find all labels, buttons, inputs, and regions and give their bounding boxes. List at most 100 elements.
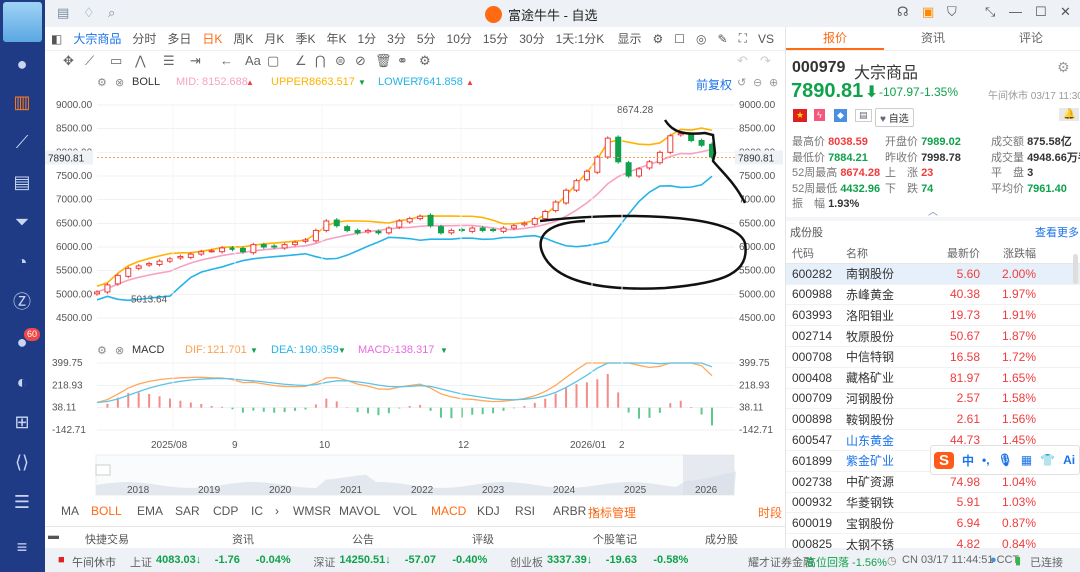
tab-comments[interactable]: 评论 bbox=[982, 27, 1080, 50]
rect-tool-icon[interactable]: ▭ bbox=[110, 53, 122, 69]
tab-news[interactable]: 资讯 bbox=[884, 27, 982, 50]
quote-settings-icon[interactable]: ⚙ bbox=[1057, 59, 1070, 76]
boll-settings-icon[interactable]: ⚙ bbox=[97, 76, 107, 89]
column-header[interactable]: 最新价 bbox=[935, 245, 980, 261]
tag-icon[interactable]: ◆ bbox=[834, 109, 847, 122]
index-name[interactable]: 创业板 bbox=[510, 554, 543, 570]
ime-ai-button[interactable]: Ai bbox=[1063, 453, 1075, 467]
fib-tool-icon[interactable]: ☰ bbox=[163, 53, 175, 69]
column-header[interactable]: 涨跌幅 bbox=[980, 245, 1042, 261]
keyboard-icon[interactable]: ▦ bbox=[1021, 453, 1032, 467]
alert-bell-icon[interactable]: 🔔 bbox=[1059, 108, 1080, 121]
hide-drawings-icon[interactable]: ⊜ bbox=[335, 53, 346, 69]
ime-punct-toggle[interactable]: •, bbox=[982, 453, 990, 467]
view-more-link[interactable]: 查看更多 bbox=[1035, 224, 1079, 240]
boll-close-icon[interactable]: ⊗ bbox=[115, 76, 124, 89]
tab-yearly-k[interactable]: 年K bbox=[326, 30, 346, 47]
table-row[interactable]: 000932 华菱钢铁 5.91 1.03% bbox=[786, 493, 1080, 514]
maximize-icon[interactable]: ☐ bbox=[1035, 4, 1047, 20]
index-name[interactable]: 深证 bbox=[313, 554, 335, 570]
arrow-tool-icon[interactable]: ← bbox=[220, 53, 233, 68]
angle-tool-icon[interactable]: ∠ bbox=[295, 53, 307, 69]
tab-3min[interactable]: 3分 bbox=[387, 30, 406, 47]
table-row[interactable]: 000408 藏格矿业 81.97 1.65% bbox=[786, 368, 1080, 389]
indicator-sar[interactable]: SAR bbox=[175, 504, 200, 518]
market-alert[interactable]: 高位回落 -1.56% bbox=[805, 554, 887, 570]
gamepad-icon[interactable]: ⊞ bbox=[10, 410, 34, 434]
bag-icon[interactable]: ▣ bbox=[922, 4, 934, 20]
zoom-out-icon[interactable]: ⊖ bbox=[753, 76, 762, 89]
indicator-kdj[interactable]: KDJ bbox=[477, 504, 500, 518]
trend-icon[interactable]: ⟋ bbox=[10, 130, 34, 154]
tab-quote[interactable]: 报价 bbox=[786, 27, 884, 50]
layout-dropdown-icon[interactable]: ☐ bbox=[674, 32, 685, 46]
tab-monthly-k[interactable]: 月K bbox=[264, 30, 284, 47]
indicator-ic[interactable]: IC bbox=[251, 504, 263, 518]
tab-multiday[interactable]: 多日 bbox=[167, 30, 191, 47]
tab-daily-k[interactable]: 日K bbox=[202, 30, 222, 47]
trash-icon[interactable]: 🗑 bbox=[375, 53, 392, 69]
avatar[interactable] bbox=[3, 2, 42, 42]
watchlist-chart-icon[interactable]: ▥ bbox=[10, 90, 34, 114]
boll-name[interactable]: BOLL bbox=[132, 76, 160, 88]
tab-5min[interactable]: 5分 bbox=[417, 30, 436, 47]
indicator-vol[interactable]: VOL bbox=[393, 504, 417, 518]
shrink-icon[interactable]: ⤡ bbox=[985, 4, 995, 20]
column-header[interactable]: 代码 bbox=[786, 245, 840, 261]
headset-icon[interactable]: ☊ bbox=[897, 4, 909, 20]
symbol-name[interactable]: 大宗商品 bbox=[73, 30, 121, 47]
table-row[interactable]: 600282 南钢股份 5.60 2.00% bbox=[786, 263, 1080, 285]
indicator-mavol[interactable]: MAVOL bbox=[339, 504, 380, 518]
market-icon[interactable]: ▤ bbox=[10, 170, 34, 194]
search-icon[interactable]: ⌕ bbox=[108, 5, 115, 21]
panel-toggle-icon[interactable]: ◧ bbox=[51, 32, 62, 46]
bottom-tab[interactable]: 个股笔记 bbox=[593, 531, 637, 547]
indicator-cdp[interactable]: CDP bbox=[213, 504, 238, 518]
bottom-tab[interactable]: 公告 bbox=[352, 531, 374, 547]
tab-weekly-k[interactable]: 周K bbox=[233, 30, 253, 47]
mic-icon[interactable]: 🎙 bbox=[998, 453, 1013, 467]
redo-icon[interactable]: ↷ bbox=[760, 53, 771, 69]
z-circle-icon[interactable]: Ⓩ bbox=[10, 290, 34, 314]
table-row[interactable]: 000708 中信特钢 16.58 1.72% bbox=[786, 347, 1080, 368]
tab-15min[interactable]: 15分 bbox=[483, 30, 508, 47]
minimize-icon[interactable]: — bbox=[1009, 4, 1022, 19]
bottom-tab[interactable]: 成分股 bbox=[705, 531, 738, 547]
table-row[interactable]: 000825 太钢不锈 4.82 0.84% bbox=[786, 534, 1080, 555]
settings-icon[interactable]: ⚙ bbox=[653, 32, 664, 46]
skin-icon[interactable]: 👕 bbox=[1040, 453, 1055, 467]
ime-lang-toggle[interactable]: 中 bbox=[962, 452, 974, 469]
indicator-ma[interactable]: MA bbox=[61, 504, 79, 518]
table-row[interactable]: 603993 洛阳钼业 19.73 1.91% bbox=[786, 305, 1080, 327]
kline-chart[interactable]: 9000.009000.008500.008500.008000.008000.… bbox=[45, 93, 785, 498]
column-header[interactable]: 名称 bbox=[840, 245, 935, 261]
table-row[interactable]: 600019 宝钢股份 6.94 0.87% bbox=[786, 513, 1080, 535]
add-watchlist-button[interactable]: ♥ 自选 bbox=[875, 108, 914, 127]
flash-icon[interactable]: ϟ bbox=[814, 109, 825, 121]
custom-period-dropdown[interactable]: 1天:1分K bbox=[556, 30, 605, 47]
close-icon[interactable]: ✕ bbox=[1060, 4, 1071, 20]
move-icon[interactable]: ✥ bbox=[63, 53, 74, 69]
indicator-rsi[interactable]: RSI bbox=[515, 504, 535, 518]
lock-drawings-icon[interactable]: ⊘ bbox=[355, 53, 366, 69]
indicator-boll[interactable]: BOLL bbox=[91, 504, 122, 518]
draw-settings-icon[interactable]: ⚙ bbox=[419, 53, 431, 69]
adjust-dropdown[interactable]: 前复权 bbox=[696, 76, 732, 93]
moon-icon[interactable]: ◐ bbox=[10, 370, 34, 394]
bottom-tab[interactable]: 评级 bbox=[472, 531, 494, 547]
table-row[interactable]: 600988 赤峰黄金 40.38 1.97% bbox=[786, 285, 1080, 306]
vs-button[interactable]: VS bbox=[758, 32, 774, 46]
indicator-ema[interactable]: EMA bbox=[137, 504, 163, 518]
list-icon[interactable]: ☰ bbox=[10, 490, 34, 514]
user-icon[interactable]: ● bbox=[10, 52, 34, 76]
sogou-logo-icon[interactable]: S bbox=[934, 451, 955, 469]
camera-icon[interactable]: ◎ bbox=[696, 32, 706, 46]
table-row[interactable]: 000898 鞍钢股份 2.61 1.56% bbox=[786, 409, 1080, 431]
pencil-icon[interactable]: ✎ bbox=[718, 32, 728, 46]
table-row[interactable]: 000709 河钢股份 2.57 1.58% bbox=[786, 389, 1080, 410]
note-icon[interactable]: ▤ bbox=[855, 109, 872, 122]
undo-icon[interactable]: ↶ bbox=[737, 53, 748, 69]
indicator-wmsr[interactable]: WMSR bbox=[293, 504, 331, 518]
tab-10min[interactable]: 10分 bbox=[447, 30, 472, 47]
collapse-icon[interactable]: ︿ bbox=[928, 203, 938, 218]
